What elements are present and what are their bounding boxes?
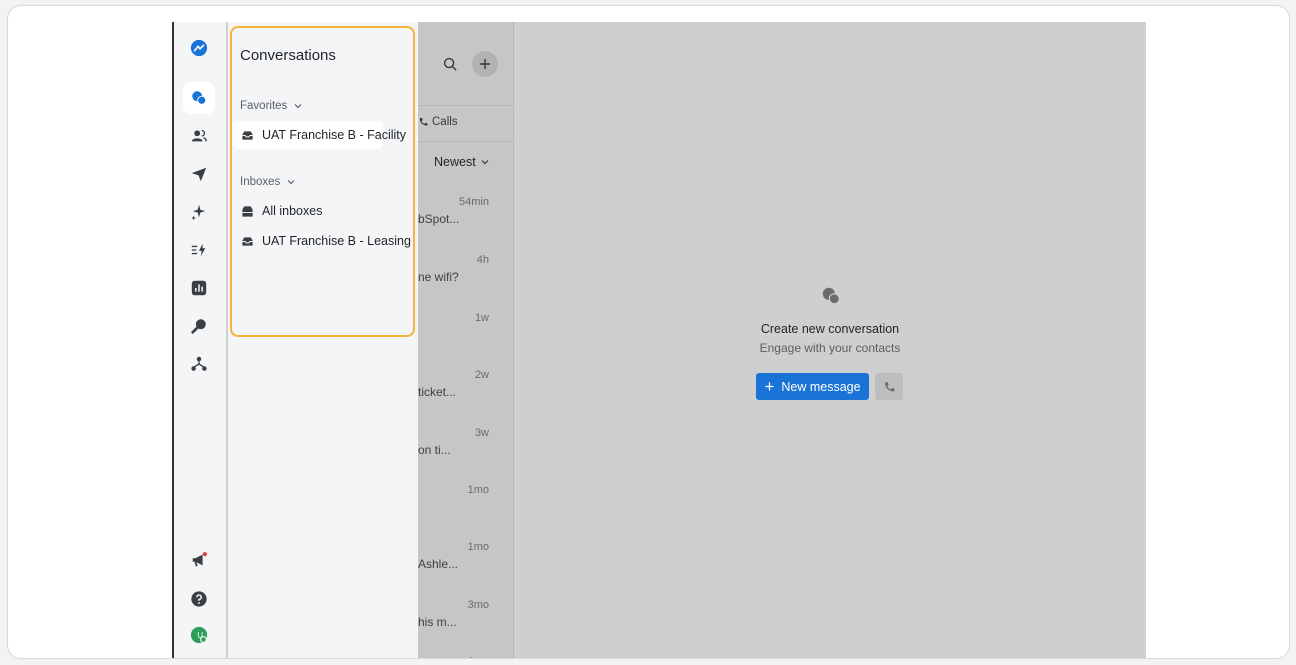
tab-calls-label: Calls [432, 116, 458, 128]
app-window: U Conversations Favorites UAT Franchise … [172, 22, 1146, 659]
user-avatar-icon[interactable]: U [183, 619, 215, 651]
conversation-time: 3w [474, 427, 489, 439]
inbox-icon [242, 236, 253, 246]
tab-calls[interactable]: Calls [418, 116, 458, 128]
conversation-time: 3mo [467, 599, 489, 611]
plus-icon [480, 59, 490, 69]
new-call-button[interactable] [875, 373, 903, 400]
new-message-button[interactable]: New message [756, 373, 869, 400]
divider [418, 105, 514, 106]
empty-state-title: Create new conversation [760, 322, 900, 336]
conversation-time: 2w [474, 369, 489, 381]
help-icon[interactable] [183, 583, 215, 615]
conversation-preview[interactable]: ticket... [418, 385, 456, 399]
menu-title: Conversations [240, 47, 336, 64]
inbox-item-leasing[interactable]: UAT Franchise B - Leasing [233, 227, 411, 255]
divider [418, 141, 514, 142]
inboxes-section-toggle[interactable]: Inboxes [240, 176, 296, 188]
inbox-icon [242, 130, 253, 140]
conversation-time: 54min [459, 196, 489, 208]
org-chart-icon[interactable] [183, 348, 215, 380]
search-icon[interactable] [440, 54, 460, 74]
inbox-item-all[interactable]: All inboxes [233, 197, 383, 225]
conversation-list: Calls Newest 54min bSpot... 4h ne wifi? … [418, 22, 514, 658]
inbox-item-label: All inboxes [262, 204, 323, 218]
announcements-icon[interactable] [183, 544, 215, 576]
contacts-icon[interactable] [183, 120, 215, 152]
conversation-time: 1mo [467, 541, 489, 553]
phone-icon [419, 118, 428, 126]
conversation-preview[interactable]: his m... [418, 615, 457, 629]
empty-state-subtitle: Engage with your contacts [759, 341, 901, 355]
reports-icon[interactable] [183, 272, 215, 304]
empty-state: Create new conversation Engage with your… [514, 22, 1146, 658]
phone-icon [885, 381, 895, 391]
sort-dropdown[interactable]: Newest [434, 155, 490, 169]
conversation-time: 1w [474, 312, 489, 324]
conversation-preview[interactable]: Ashle... [418, 557, 458, 571]
all-inboxes-icon [242, 205, 253, 217]
automations-icon[interactable] [183, 234, 215, 266]
chevron-down-icon [294, 104, 302, 109]
bottom-scrollbar [228, 658, 1146, 659]
campaigns-icon[interactable] [183, 158, 215, 190]
plus-icon [765, 382, 775, 391]
conversations-menu: Conversations Favorites UAT Franchise B … [228, 22, 418, 658]
screenshot-frame: U Conversations Favorites UAT Franchise … [7, 5, 1290, 659]
favorite-item-facility[interactable]: UAT Franchise B - Facility [233, 121, 406, 149]
nav-rail: U [172, 22, 226, 658]
inboxes-label: Inboxes [240, 176, 281, 188]
add-conversation-button[interactable] [472, 51, 498, 77]
sort-label: Newest [434, 155, 476, 169]
key-icon[interactable] [183, 310, 215, 342]
logo-icon[interactable] [183, 32, 215, 64]
chevron-down-icon [481, 160, 489, 165]
favorite-item-label: UAT Franchise B - Facility [262, 128, 407, 142]
ai-sparkle-icon[interactable] [183, 196, 215, 228]
conversations-icon [822, 287, 840, 305]
conversation-time: 1mo [467, 484, 489, 496]
chevron-down-icon [287, 180, 295, 185]
inbox-item-label: UAT Franchise B - Leasing [262, 234, 411, 248]
favorites-label: Favorites [240, 100, 288, 112]
conversation-time: 4h [476, 254, 489, 266]
conversation-preview[interactable]: bSpot... [418, 212, 459, 226]
favorites-section-toggle[interactable]: Favorites [240, 100, 303, 112]
new-message-label: New message [781, 379, 861, 394]
conversations-icon[interactable] [183, 82, 215, 114]
conversation-preview[interactable]: on ti... [418, 443, 451, 457]
conversation-preview[interactable]: ne wifi? [418, 270, 459, 284]
